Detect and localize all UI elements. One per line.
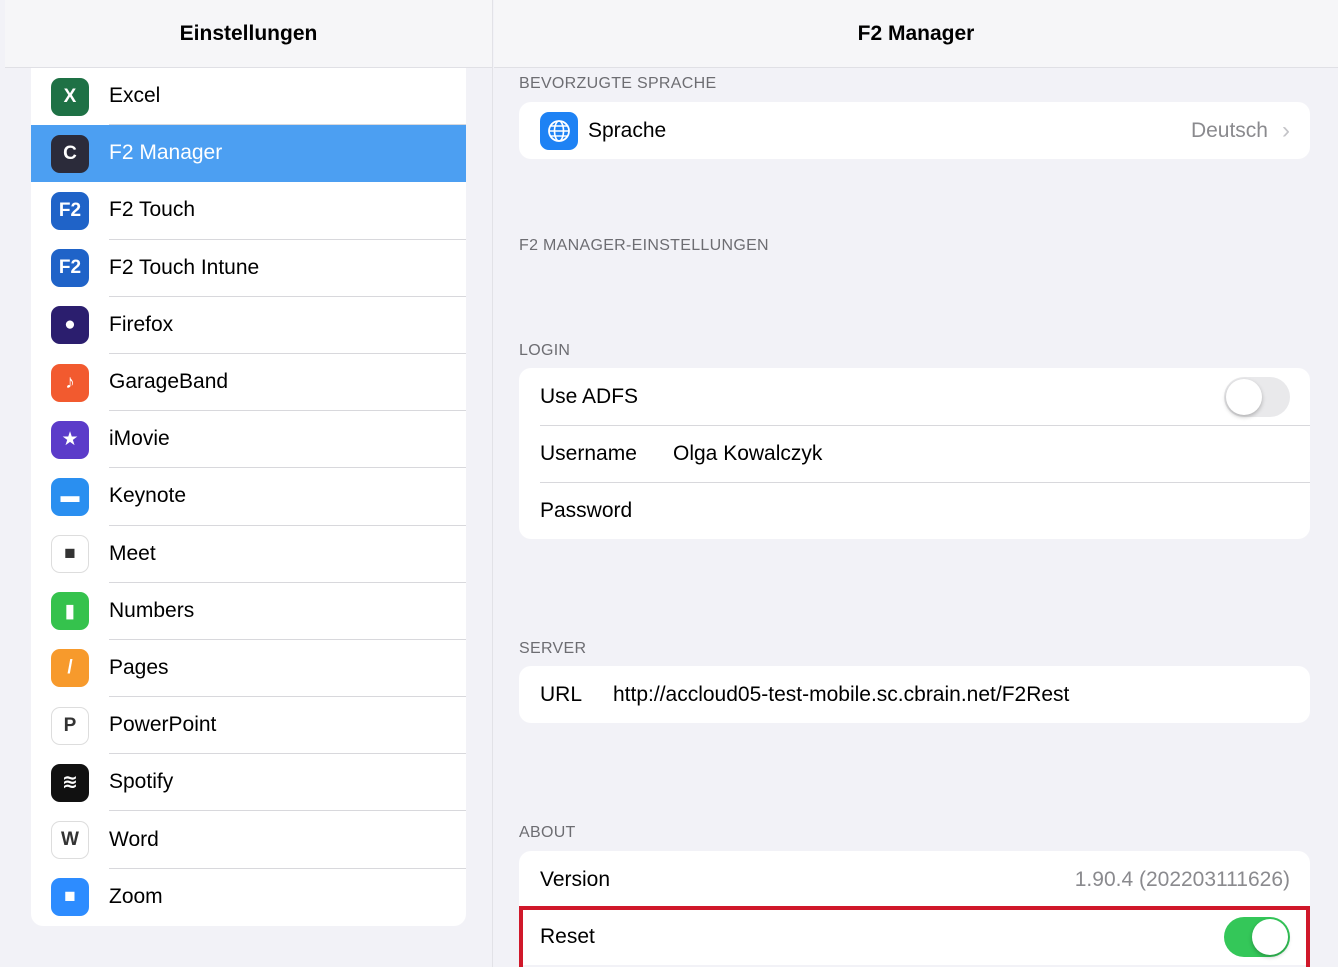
spotify-icon: ≋ [51,763,89,802]
section-manager-settings: F2 MANAGER-EINSTELLUNGEN [519,237,769,254]
sidebar-item-f2-touch[interactable]: F2 F2 Touch [31,182,466,240]
sidebar-item-excel[interactable]: X Excel [31,68,466,126]
detail-title: F2 Manager [494,0,1338,68]
login-group: Use ADFS Username Olga Kowalczyk Passwor… [519,368,1310,539]
language-row[interactable]: Sprache Deutsch › [519,102,1310,159]
sidebar-item-keynote[interactable]: ▬ Keynote [31,468,466,526]
reset-toggle[interactable] [1224,916,1290,957]
username-value[interactable]: Olga Kowalczyk [673,442,822,466]
sidebar-item-f2-touch-intune[interactable]: F2 F2 Touch Intune [31,240,466,297]
sidebar-item-label: Pages [109,640,466,698]
version-row: Version 1.90.4 (202203111626) [519,851,1310,908]
url-label: URL [540,682,583,706]
sidebar-item-garageband[interactable]: ♪ GarageBand [31,354,466,412]
reset-label: Reset [540,924,595,948]
chevron-right-icon: › [1282,116,1290,144]
language-group: Sprache Deutsch › [519,102,1310,159]
sidebar-item-pages[interactable]: / Pages [31,640,466,698]
zoom-icon: ■ [51,878,89,917]
url-row[interactable]: URL http://accloud05-test-mobile.sc.cbra… [519,666,1310,723]
about-group: Version 1.90.4 (202203111626) Reset [519,851,1310,965]
use-adfs-toggle[interactable] [1224,376,1290,417]
password-row[interactable]: Password [519,482,1310,539]
sidebar-item-word[interactable]: W Word [31,811,466,869]
sidebar-item-label: Spotify [109,754,466,812]
powerpoint-icon: P [51,706,89,745]
toggle-knob [1226,378,1262,415]
sidebar-item-label: Numbers [109,583,466,640]
version-label: Version [540,867,611,891]
reset-row: Reset [519,908,1310,965]
use-adfs-row: Use ADFS [519,368,1310,425]
toggle-knob [1252,918,1288,955]
sidebar-item-label: Word [109,811,466,869]
server-group: URL http://accloud05-test-mobile.sc.cbra… [519,666,1310,723]
detail-pane: F2 Manager BEVORZUGTE SPRACHE Sprache De… [494,0,1338,967]
sidebar-item-label: PowerPoint [109,697,466,755]
app-list: X Excel C F2 Manager F2 F2 Touch F2 F2 Touch In… [31,68,466,926]
f2-manager-icon: C [51,134,89,173]
sidebar-item-meet[interactable]: ■ Meet [31,526,466,583]
sidebar-item-powerpoint[interactable]: P PowerPoint [31,697,466,755]
sidebar-item-label: F2 Manager [109,141,223,165]
version-value: 1.90.4 (202203111626) [1074,867,1290,891]
sidebar-item-zoom[interactable]: ■ Zoom [31,869,466,926]
sidebar-item-imovie[interactable]: ★ iMovie [31,411,466,469]
excel-icon: X [51,77,89,116]
use-adfs-label: Use ADFS [540,384,639,408]
numbers-icon: ▮ [51,592,89,631]
sidebar-item-numbers[interactable]: ▮ Numbers [31,583,466,640]
sidebar-item-label: Firefox [109,297,466,354]
password-label: Password [540,498,633,522]
sidebar-item-label: Meet [109,526,466,583]
sidebar-item-firefox[interactable]: ● Firefox [31,297,466,354]
section-login: LOGIN [519,342,571,359]
username-row[interactable]: Username Olga Kowalczyk [519,425,1310,482]
sidebar-title: Einstellungen [5,0,492,68]
section-preferred-language: BEVORZUGTE SPRACHE [519,75,717,92]
garageband-icon: ♪ [51,363,89,402]
sidebar-item-label: iMovie [109,411,466,469]
username-label: Username [540,441,637,465]
sidebar-item-label: Excel [109,68,466,126]
sidebar-item-label: F2 Touch [109,182,466,240]
sidebar-item-label: Keynote [109,468,466,526]
section-server: SERVER [519,640,587,657]
imovie-icon: ★ [51,420,89,459]
sidebar-item-label: F2 Touch Intune [109,240,466,297]
sidebar-item-f2-manager[interactable]: C F2 Manager [31,125,466,183]
sidebar-item-label: Zoom [109,885,163,909]
word-icon: W [51,821,89,860]
keynote-icon: ▬ [51,477,89,516]
globe-icon [540,111,578,150]
settings-sidebar: Einstellungen X Excel C F2 Manager F2 F2 Touc… [5,0,493,967]
f2-touch-intune-icon: F2 [51,249,89,288]
meet-icon: ■ [51,535,89,574]
pages-icon: / [51,649,89,688]
firefox-icon: ● [51,306,89,345]
sidebar-item-spotify[interactable]: ≋ Spotify [31,754,466,812]
section-about: ABOUT [519,824,576,841]
language-label: Sprache [588,118,667,142]
language-value: Deutsch [1190,118,1268,142]
url-value[interactable]: http://accloud05-test-mobile.sc.cbrain.n… [613,683,1069,707]
f2-touch-icon: F2 [51,191,89,230]
sidebar-item-label: GarageBand [109,354,466,412]
